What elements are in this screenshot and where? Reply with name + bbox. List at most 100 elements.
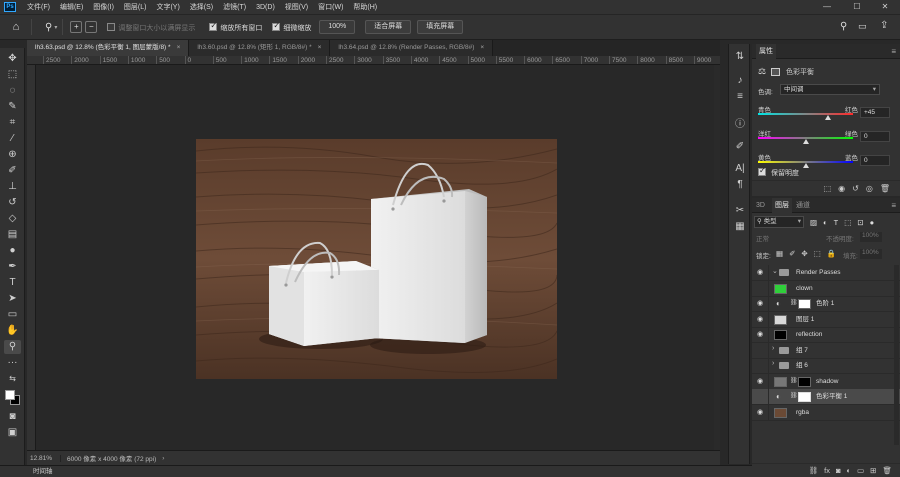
slider-track[interactable] [758,113,853,115]
close-window-button[interactable]: ✕ [870,0,900,14]
photoshop-logo[interactable]: Ps [4,2,16,12]
properties-title[interactable]: 属性 [756,44,776,59]
layers-scrollbar[interactable] [894,265,899,445]
layer-row[interactable]: › 组 6 [752,358,900,374]
opacity-field[interactable]: 100% [860,232,882,242]
layer-row[interactable]: ◉ reflection [752,327,900,343]
visibility-toggle[interactable]: ◉ [753,373,769,390]
close-icon[interactable]: × [318,44,322,51]
chevron-down-icon[interactable]: ⌄ [772,267,778,275]
tone-select[interactable]: 中间调 ▾ [780,84,880,95]
panel-menu-icon[interactable]: ≡ [891,198,896,213]
slider-value-field[interactable]: 0 [860,155,890,166]
layer-row[interactable]: clown [752,280,900,297]
view-previous-icon[interactable]: ◉ [838,184,845,193]
tab-3d[interactable]: 3D [756,198,765,213]
brush-panel-icon[interactable]: ✐ [732,140,748,154]
visibility-toggle[interactable]: ◉ [753,311,769,328]
zoom-readout[interactable]: 12.81% [27,454,61,462]
swap-colors-icon[interactable]: ⇆ [4,372,21,386]
slider-thumb[interactable] [802,163,809,168]
hand-tool-icon[interactable]: ✋ [4,324,21,338]
slider-value-field[interactable]: +45 [860,107,890,118]
layer-row[interactable]: ◉ ⛓ shadow [752,373,900,390]
menu-edit[interactable]: 编辑(E) [55,2,88,12]
filter-toggle-icon[interactable]: ● [870,218,875,227]
paragraph-panel-icon[interactable]: ¶ [732,178,748,192]
zoom-tool-preset-icon[interactable]: ⚲ [45,22,52,33]
gradient-tool-icon[interactable]: ▤ [4,228,21,242]
crop-tool-icon[interactable]: ⌗ [4,116,21,130]
layer-row[interactable]: ◉ rgba [752,404,900,421]
visibility-toggle[interactable]: ◉ [753,265,769,281]
preserve-luminosity-checkbox[interactable]: 保留明度 [758,166,799,178]
layer-row[interactable]: ◉ ⌄ Render Passes [752,265,900,281]
adjustments-panel-icon[interactable]: ♪ [732,74,748,88]
menu-type[interactable]: 文字(Y) [151,2,184,12]
path-select-icon[interactable]: ➤ [4,292,21,306]
tab-channels[interactable]: 通道 [796,198,810,213]
new-adjustment-icon[interactable]: ◐ [847,466,852,475]
layer-row[interactable]: ◉ 图层 1 [752,311,900,328]
scrubby-zoom-checkbox[interactable]: 细微缩放 [272,21,311,33]
menu-3d[interactable]: 3D(D) [251,4,280,11]
rectangle-tool-icon[interactable]: ▭ [4,308,21,322]
canvas-scrollbar[interactable] [714,65,720,450]
shape-filter-icon[interactable]: ⬚ [844,218,851,227]
dodge-tool-icon[interactable]: ● [4,244,21,258]
fit-screen-button[interactable]: 适合屏幕 [365,20,412,34]
tab-layers[interactable]: 图层 [772,198,792,213]
layer-row[interactable]: ◉ ◐ ⛓ 色阶 1 [752,296,900,312]
lock-position-icon[interactable]: ✥ [801,249,807,258]
marquee-tool-icon[interactable]: ⬚ [4,68,21,82]
quick-mask-icon[interactable]: ◙ [4,410,21,424]
layer-mask-thumbnail[interactable] [798,299,811,309]
checkbox-icon[interactable] [758,166,766,176]
resize-windows-checkbox[interactable]: 调整窗口大小以满屏显示 [107,22,195,33]
eye-icon[interactable]: ◉ [757,300,766,308]
sliders-panel-icon[interactable]: ≡ [732,90,748,104]
fill-screen-button[interactable]: 填充屏幕 [417,20,464,34]
tools-panel-icon[interactable]: ✂ [732,204,748,218]
type-filter-icon[interactable]: T [834,218,839,227]
eye-icon[interactable]: ◉ [757,316,766,324]
eye-icon[interactable]: ◉ [757,409,766,417]
visibility-toggle[interactable] [753,389,769,405]
more-tools-icon[interactable]: ··· [4,356,21,370]
zoom-all-checkbox[interactable]: 缩放所有窗口 [209,21,262,33]
chevron-right-icon[interactable]: › [772,345,774,352]
layer-row[interactable]: › 组 7 [752,342,900,359]
menu-layer[interactable]: 图层(L) [119,2,152,12]
menu-select[interactable]: 选择(S) [185,2,218,12]
new-layer-icon[interactable]: ⊞ [870,466,876,475]
lock-image-icon[interactable]: ✐ [789,249,795,258]
slider-thumb[interactable] [802,139,809,144]
fill-field[interactable]: 100% [860,249,882,259]
tab-lh3-64[interactable]: lh3.64.psd @ 12.8% (Render Passes, RGB/8… [330,40,494,56]
zoom-out-icon[interactable]: − [85,21,98,33]
checkbox-icon[interactable] [272,21,281,31]
history-panel-icon[interactable]: ⇅ [732,50,748,64]
type-tool-icon[interactable]: T [4,276,21,290]
workspace-icon[interactable]: ▭ [858,21,867,32]
checkbox-icon[interactable] [209,21,218,31]
smart-object-filter-icon[interactable]: ⊡ [857,218,863,227]
chevron-right-icon[interactable]: › [162,455,164,462]
chevron-right-icon[interactable]: › [772,360,774,367]
screen-mode-icon[interactable]: ▣ [4,426,21,440]
visibility-toggle[interactable]: ◉ [753,327,769,343]
info-panel-icon[interactable]: ⓘ [732,118,748,132]
eraser-tool-icon[interactable]: ◇ [4,212,21,226]
menu-view[interactable]: 视图(V) [280,2,313,12]
move-tool-icon[interactable]: ✥ [4,52,21,66]
layer-mask-thumbnail[interactable] [798,376,811,387]
pattern-panel-icon[interactable]: ▦ [732,220,748,234]
reset-icon[interactable]: ↺ [852,184,859,193]
layer-mask-thumbnail[interactable] [798,392,811,402]
layer-row[interactable]: ◐ ⛓ 色彩平衡 1 [752,389,900,405]
stamp-tool-icon[interactable]: ⊥ [4,180,21,194]
character-panel-icon[interactable]: A| [732,162,748,176]
tab-lh3-60[interactable]: lh3.60.psd @ 12.8% (矩形 1, RGB/8#) * × [189,40,331,56]
healing-brush-icon[interactable]: ⊕ [4,148,21,162]
eyedropper-tool-icon[interactable]: ⁄ [4,132,21,146]
